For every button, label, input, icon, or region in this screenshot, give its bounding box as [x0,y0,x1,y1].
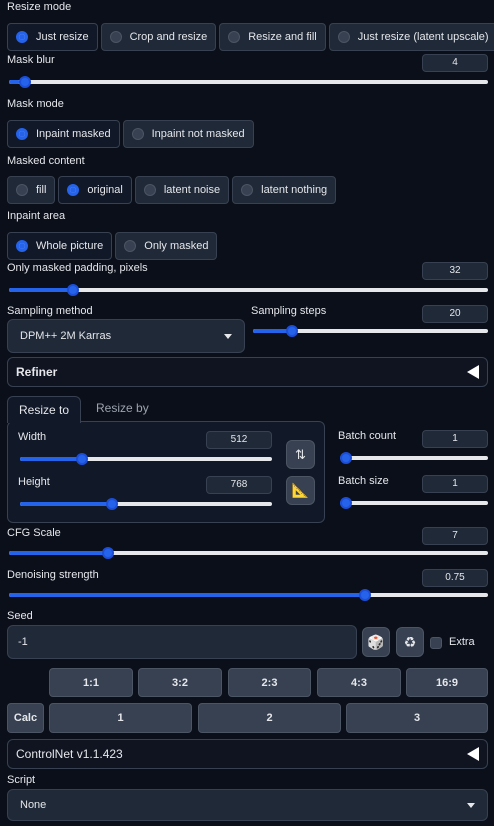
width-input[interactable]: 512 [206,431,272,449]
reuse-seed-button[interactable]: ♻ [396,627,424,657]
batch-count-label: Batch count [338,430,397,442]
masked-content-original[interactable]: original [58,176,132,204]
inpaint-area-whole-picture[interactable]: Whole picture [7,232,113,260]
calc-button[interactable]: Calc [7,703,44,733]
sampling-method-label: Sampling method [7,305,93,317]
triangle-ruler-icon: 📐 [291,482,310,498]
tab-resize-by[interactable]: Resize by [96,401,149,415]
resize-mode-crop-and-resize[interactable]: Crop and resize [100,23,217,51]
radio-icon [109,31,122,43]
script-dropdown[interactable]: None [7,789,488,821]
mask-mode-inpaint-not-masked[interactable]: Inpaint not masked [122,120,254,148]
masked-content-fill[interactable]: fill [7,176,56,204]
mask-blur-label: Mask blur [7,54,55,66]
sampling-steps-input[interactable]: 20 [422,305,488,323]
batch-count-slider[interactable] [340,452,488,464]
aspect-button-4-3[interactable]: 4:3 [317,668,401,697]
denoising-slider[interactable] [9,589,488,601]
aspect-button-2-3[interactable]: 2:3 [228,668,311,697]
seed-label: Seed [7,610,33,622]
radio-icon [16,31,28,43]
masked-content-label: Masked content [7,155,85,167]
mask-mode-inpaint-masked[interactable]: Inpaint masked [7,120,120,148]
inpaint-area-only-masked[interactable]: Only masked [115,232,218,260]
radio-icon [337,31,350,43]
height-input[interactable]: 768 [206,476,272,494]
width-slider[interactable] [20,453,272,465]
chevron-down-icon [224,333,232,339]
radio-icon [67,184,80,196]
radio-icon [16,128,28,140]
resize-mode-latent-upscale[interactable]: Just resize (latent upscale) [328,23,494,51]
resize-mode-group: Just resize Crop and resize Resize and f… [7,23,494,51]
extra-label: Extra [449,636,475,648]
batch-size-slider[interactable] [340,497,488,509]
aspect-ratio-button[interactable]: 📐 [286,476,315,505]
radio-icon [124,240,137,252]
sampling-method-dropdown[interactable]: DPM++ 2M Karras [7,319,245,353]
height-slider[interactable] [20,498,272,510]
denoising-input[interactable]: 0.75 [422,569,488,587]
inpaint-area-label: Inpaint area [7,210,66,222]
aspect-button-1-1[interactable]: 1:1 [49,668,133,697]
seed-input[interactable]: -1 [7,625,357,659]
cfg-scale-label: CFG Scale [7,527,61,539]
multiplier-button-1[interactable]: 1 [49,703,192,733]
radio-icon [228,31,241,43]
radio-icon [16,184,28,196]
radio-icon [241,184,254,196]
aspect-button-3-2[interactable]: 3:2 [138,668,222,697]
aspect-button-16-9[interactable]: 16:9 [406,668,488,697]
sampling-steps-slider[interactable] [253,325,488,337]
padding-label: Only masked padding, pixels [7,262,148,274]
mask-blur-input[interactable]: 4 [422,54,488,72]
batch-size-input[interactable]: 1 [422,475,488,493]
controlnet-accordion[interactable]: ControlNet v1.1.423 [7,739,488,769]
cfg-scale-slider[interactable] [9,547,488,559]
masked-content-group: fill original latent noise latent nothin… [7,176,339,204]
multiplier-button-2[interactable]: 2 [198,703,341,733]
multiplier-button-3[interactable]: 3 [346,703,488,733]
cfg-scale-input[interactable]: 7 [422,527,488,545]
denoising-label: Denoising strength [7,569,99,581]
padding-input[interactable]: 32 [422,262,488,280]
radio-icon [131,128,144,140]
masked-content-latent-noise[interactable]: latent noise [134,176,230,204]
collapse-arrow-icon [467,365,479,379]
padding-slider[interactable] [9,284,488,296]
masked-content-latent-nothing[interactable]: latent nothing [232,176,337,204]
sampling-steps-label: Sampling steps [251,305,327,317]
resize-mode-just-resize[interactable]: Just resize [7,23,98,51]
radio-icon [16,240,28,252]
dice-icon: 🎲 [367,633,385,650]
radio-icon [143,184,156,196]
width-label: Width [18,431,47,443]
resize-mode-resize-and-fill[interactable]: Resize and fill [219,23,326,51]
tab-resize-to[interactable]: Resize to [7,396,81,423]
chevron-down-icon [467,802,475,808]
collapse-arrow-icon [467,747,479,761]
swap-dimensions-button[interactable]: ⇅ [286,440,315,469]
height-label: Height [18,476,50,488]
mask-blur-slider[interactable] [9,76,488,88]
script-label: Script [7,774,36,786]
batch-size-label: Batch size [338,475,389,487]
random-seed-button[interactable]: 🎲 [362,627,390,657]
recycle-icon: ♻ [403,633,417,650]
inpaint-area-group: Whole picture Only masked [7,232,220,260]
swap-arrows-icon: ⇅ [295,446,306,462]
batch-count-input[interactable]: 1 [422,430,488,448]
resize-mode-label: Resize mode [7,1,72,13]
extra-checkbox[interactable] [430,637,442,649]
mask-mode-label: Mask mode [7,98,64,110]
mask-mode-group: Inpaint masked Inpaint not masked [7,120,257,148]
refiner-accordion[interactable]: Refiner [7,357,488,387]
